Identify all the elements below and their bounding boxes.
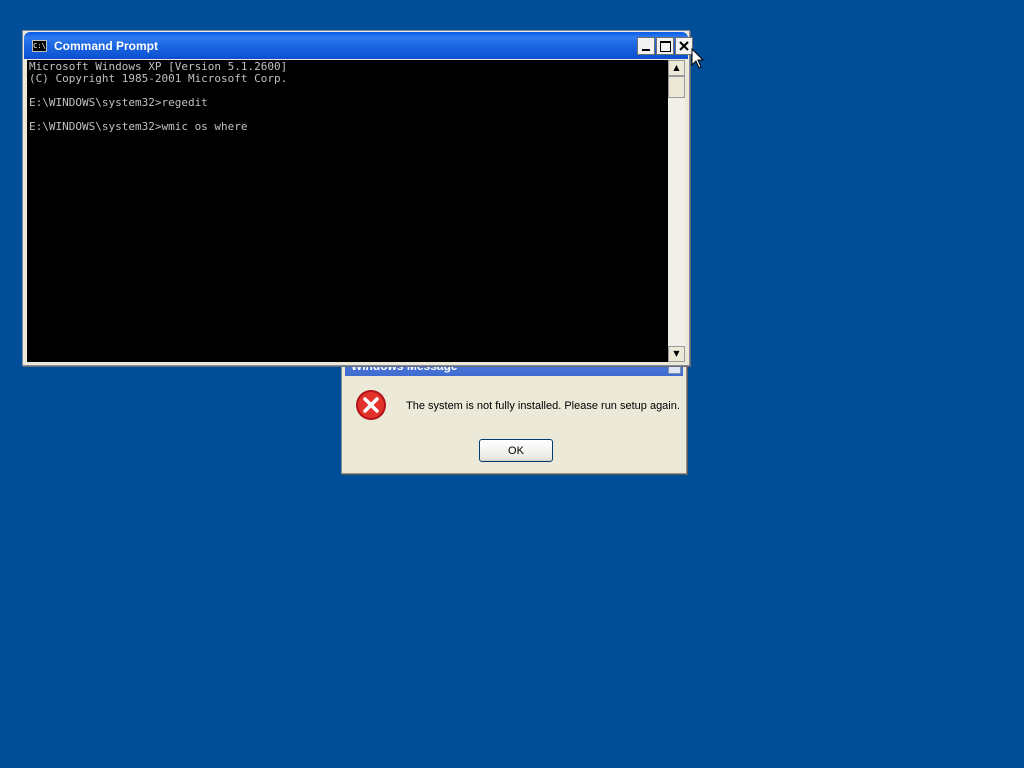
console-line: E:\WINDOWS\system32>regedit <box>29 96 208 109</box>
console-input-line[interactable]: E:\WINDOWS\system32>wmic os where <box>29 121 668 133</box>
console-line: (C) Copyright 1985-2001 Microsoft Corp. <box>29 72 288 85</box>
scroll-up-button[interactable]: ▲ <box>668 60 685 76</box>
command-prompt-window: C:\ Command Prompt Microsoft Windows XP … <box>22 30 693 366</box>
vertical-scrollbar[interactable]: ▲ ▼ <box>668 60 685 362</box>
ok-button[interactable]: OK <box>479 439 553 462</box>
error-icon <box>356 390 386 420</box>
minimize-button[interactable] <box>637 37 655 55</box>
dialog-message: The system is not fully installed. Pleas… <box>406 400 680 412</box>
console-icon[interactable]: C:\ <box>32 40 47 52</box>
scroll-down-button[interactable]: ▼ <box>668 346 685 362</box>
cmd-titlebar[interactable]: C:\ Command Prompt <box>24 32 693 59</box>
console-output[interactable]: Microsoft Windows XP [Version 5.1.2600] … <box>27 60 668 362</box>
window-title: Command Prompt <box>54 39 159 53</box>
close-icon <box>679 41 689 51</box>
mouse-cursor-icon <box>691 48 705 69</box>
scroll-thumb[interactable] <box>668 76 685 98</box>
maximize-button[interactable] <box>656 37 674 55</box>
error-dialog: Windows Message The system is not fully … <box>341 352 687 474</box>
